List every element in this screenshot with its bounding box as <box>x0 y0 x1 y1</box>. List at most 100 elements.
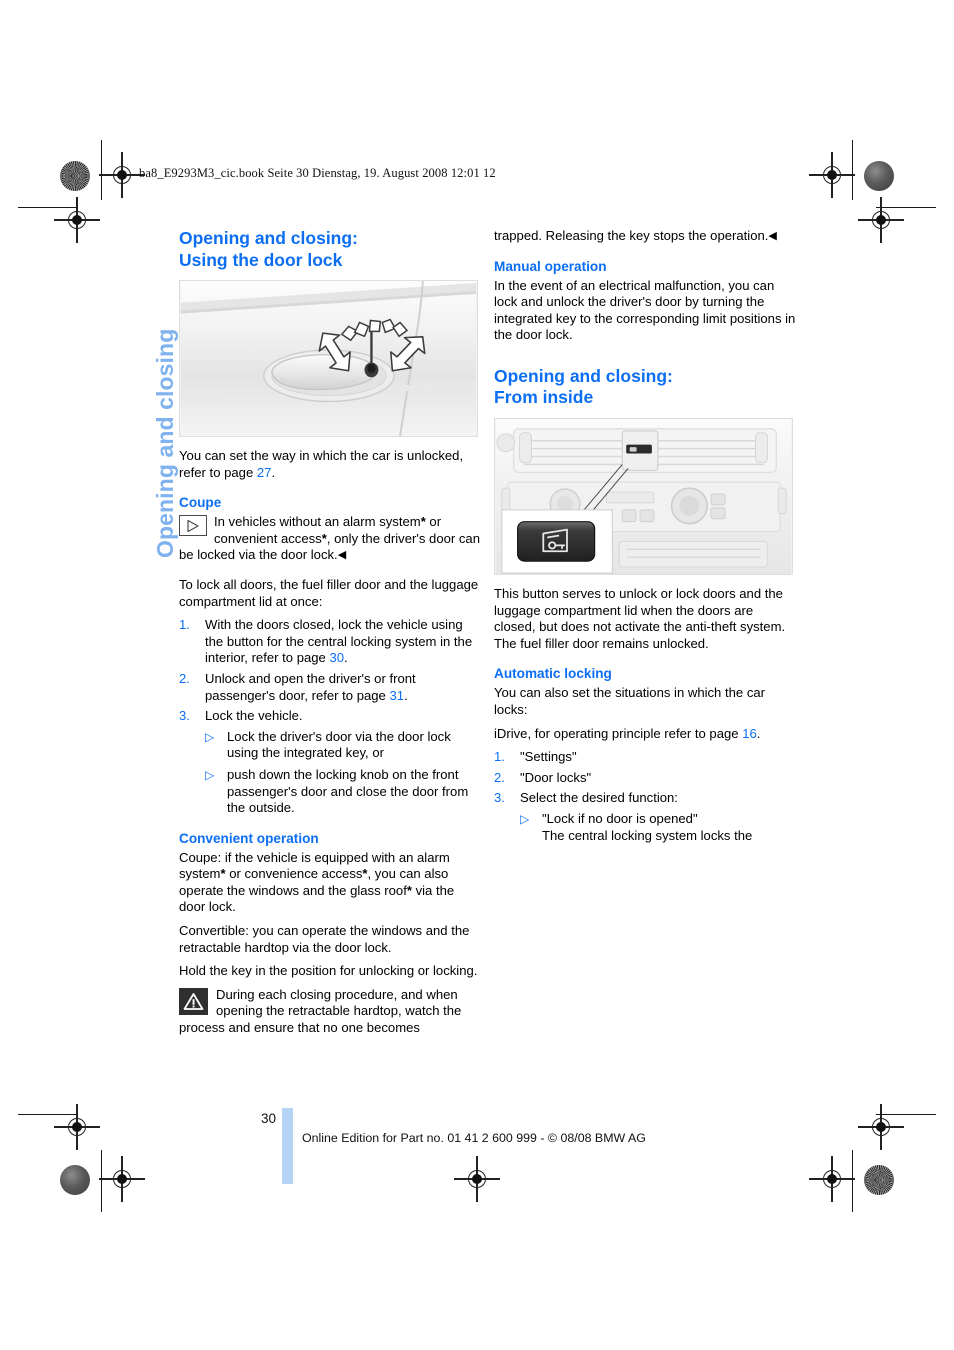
convenient-paragraph-1: Coupe: if the vehicle is equipped with a… <box>179 850 483 916</box>
idrive-steps-list: 1. "Settings" 2. "Door locks" 3. Select the… <box>494 749 798 844</box>
registration-color-patch-bottom-right <box>864 1165 894 1195</box>
step-number: 1. <box>494 749 505 765</box>
convenient-paragraph-2: Convertible: you can operate the windows… <box>179 923 470 955</box>
continued-paragraph: trapped. Releasing the key stops the ope… <box>494 228 798 245</box>
trim-line-bottom-left-horizontal <box>18 1114 78 1116</box>
registration-crosshair-top-left <box>99 152 145 198</box>
step-number: 2. <box>494 769 505 785</box>
page-reference-27[interactable]: 27 <box>257 465 272 480</box>
from-inside-title-line2: From inside <box>494 387 594 408</box>
step-text: Select the desired function: <box>520 790 678 806</box>
step-number: 3. <box>494 790 505 806</box>
subheading-coupe: Coupe <box>179 495 222 511</box>
registration-crosshair-bottom-center <box>454 1156 500 1202</box>
footer-accent-bar <box>282 1108 293 1184</box>
step-text-end: . <box>344 650 348 666</box>
subheading-manual-operation: Manual operation <box>494 258 607 274</box>
chapter-side-tab: Opening and closing <box>118 228 178 558</box>
figure-center-console <box>494 417 793 575</box>
subheading-convenient-operation: Convenient operation <box>179 830 319 846</box>
footer-copyright: Online Edition for Part no. 01 41 2 600 … <box>302 1131 646 1145</box>
registration-crosshair-bottom-right <box>809 1156 855 1202</box>
warning-text: During each closing procedure, and when … <box>179 986 462 1036</box>
registration-crosshair-top-right <box>809 152 855 198</box>
trim-line-right-vertical <box>852 140 854 200</box>
page-title-using-door-lock: Opening and closing: Using the door lock <box>179 228 483 271</box>
step-text: "Door locks" <box>520 769 592 785</box>
list-item: ▷ Lock the driver's door via the door loc… <box>205 729 483 762</box>
sub-item-text: push down the locking knob on the front … <box>227 766 469 816</box>
step-text-end: . <box>404 687 408 703</box>
sub-bullet-triangle-icon: ▷ <box>520 811 530 826</box>
list-item: 2. "Door locks" <box>494 770 798 787</box>
intro-text: You can set the way in which the car is … <box>179 448 464 480</box>
sub-item-body: The central locking system locks the <box>542 827 753 843</box>
list-item: 1. "Settings" <box>494 749 798 766</box>
convenient-paragraph-3: Hold the key in the position for unlocki… <box>179 963 478 979</box>
idrive-text: iDrive, for operating principle refer to… <box>494 725 743 741</box>
warning-block: During each closing procedure, and when … <box>179 987 483 1037</box>
intro-period: . <box>271 464 276 480</box>
idrive-paragraph: iDrive, for operating principle refer to… <box>494 726 798 743</box>
step-number: 1. <box>179 617 190 633</box>
left-column: Opening and closing: Using the door lock <box>179 228 483 1044</box>
manual-operation-text: In the event of an electrical malfunctio… <box>494 277 796 343</box>
warning-triangle-glyph <box>183 992 204 1010</box>
page-title-line1: Opening and closing: <box>179 228 358 248</box>
list-item: ▷ "Lock if no door is opened" The central … <box>520 811 798 844</box>
book-header-filename: ba8_E9293M3_cic.book Seite 30 Dienstag, … <box>139 166 496 180</box>
list-item: ▷ push down the locking knob on the front… <box>205 767 483 817</box>
step-text: Lock the vehicle. <box>205 708 303 724</box>
right-column: trapped. Releasing the key stops the ope… <box>494 228 798 851</box>
lock-steps-list: 1. With the doors closed, lock the vehicl… <box>179 617 483 817</box>
page-title-from-inside: Opening and closing: From inside <box>494 366 798 409</box>
trim-line-top-right-horizontal <box>876 207 936 209</box>
idrive-sub-list: ▷ "Lock if no door is opened" The central … <box>520 811 798 844</box>
note-block-coupe: In vehicles without an alarm system* or … <box>179 514 483 564</box>
page-reference-31[interactable]: 31 <box>389 688 404 703</box>
registration-crosshair-bottom-left <box>99 1156 145 1202</box>
trim-line-left-vertical <box>101 140 103 200</box>
warning-icon <box>179 987 208 1015</box>
from-inside-title-line1: Opening and closing: <box>494 365 673 386</box>
note-text-part1: In vehicles without an alarm system <box>214 514 421 530</box>
automatic-locking-intro: You can also set the situations in which… <box>494 685 766 717</box>
subheading-automatic-locking: Automatic locking <box>494 666 612 682</box>
step-text: Unlock and open the driver's or front pa… <box>205 670 416 703</box>
registration-color-patch-top-left <box>60 161 90 191</box>
list-item: 3. Lock the vehicle. ▷ Lock the driver's d… <box>179 708 483 817</box>
step-number: 3. <box>179 708 190 724</box>
figure-door-lock <box>179 280 478 437</box>
step-text: "Settings" <box>520 749 577 765</box>
note-triangle-icon <box>179 515 207 537</box>
page-number: 30 <box>261 1111 277 1126</box>
sub-item-text: Lock the driver's door via the door lock… <box>227 728 451 761</box>
list-item: 3. Select the desired function: ▷ "Lock if… <box>494 790 798 844</box>
center-console-illustration <box>495 418 792 574</box>
chapter-side-tab-label: Opening and closing <box>152 328 178 558</box>
sub-bullet-triangle-icon: ▷ <box>205 729 215 744</box>
section-end-marker: ◀ <box>337 549 347 562</box>
convenient-text-b: or convenience access <box>225 866 363 882</box>
section-end-marker: ◀ <box>768 230 777 242</box>
trim-line-right-vertical-bottom <box>852 1150 854 1212</box>
step-number: 2. <box>179 670 190 686</box>
sub-bullet-triangle-icon: ▷ <box>205 767 215 782</box>
button-description-text: This button serves to unlock or lock doo… <box>494 585 786 651</box>
continued-text: trapped. Releasing the key stops the ope… <box>494 228 769 243</box>
idrive-period: . <box>756 725 761 741</box>
lock-sub-list: ▷ Lock the driver's door via the door loc… <box>205 729 483 817</box>
note-coupe-text: In vehicles without an alarm system* or … <box>179 514 483 564</box>
list-item: 2. Unlock and open the driver's or front … <box>179 671 483 704</box>
page-title-line2: Using the door lock <box>179 249 343 270</box>
trim-line-bottom-right-horizontal <box>876 1114 936 1116</box>
play-triangle-glyph <box>187 519 199 532</box>
page-reference-30[interactable]: 30 <box>329 650 344 665</box>
lock-all-intro: To lock all doors, the fuel filler door … <box>179 576 479 609</box>
registration-color-patch-top-right <box>864 161 894 191</box>
page-reference-16[interactable]: 16 <box>742 726 757 741</box>
registration-color-patch-bottom-left <box>60 1165 90 1195</box>
trim-line-top-left-horizontal <box>18 207 78 209</box>
trim-line-left-vertical-bottom <box>101 1150 103 1212</box>
door-lock-illustration <box>180 281 477 436</box>
